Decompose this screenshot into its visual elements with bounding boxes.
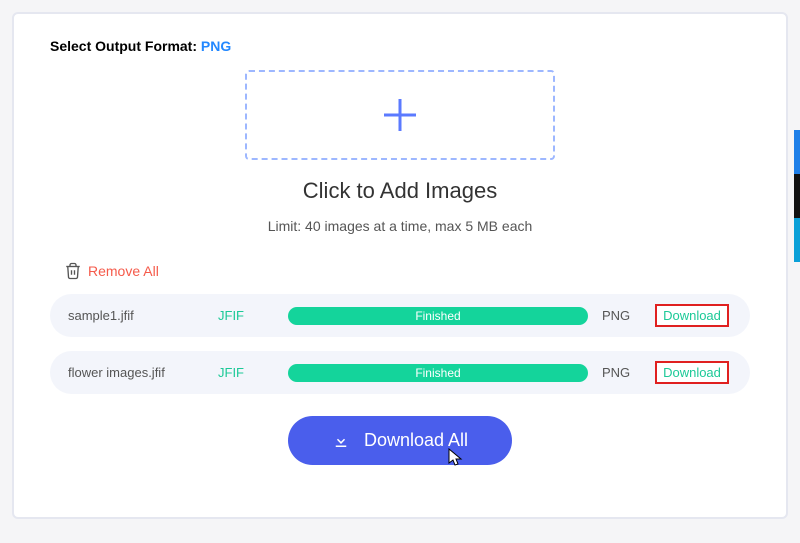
limit-label: Limit: 40 images at a time, max 5 MB eac… (50, 218, 750, 234)
download-all-label: Download All (364, 430, 468, 451)
file-row: sample1.jfif JFIF Finished PNG Download (50, 294, 750, 337)
trash-icon (64, 262, 82, 280)
progress-bar: Finished (288, 364, 588, 382)
file-target-format: PNG (602, 308, 652, 323)
side-tab[interactable] (794, 130, 800, 174)
progress-status: Finished (415, 309, 460, 323)
file-row: flower images.jfif JFIF Finished PNG Dow… (50, 351, 750, 394)
add-images-label: Click to Add Images (50, 178, 750, 204)
format-selector[interactable]: PNG (201, 38, 231, 54)
download-icon (332, 432, 350, 450)
download-all-button[interactable]: Download All (288, 416, 512, 465)
download-button[interactable]: Download (655, 304, 729, 327)
file-target-format: PNG (602, 365, 652, 380)
progress-bar: Finished (288, 307, 588, 325)
file-name: flower images.jfif (68, 365, 218, 380)
format-label: Select Output Format: (50, 38, 197, 54)
file-name: sample1.jfif (68, 308, 218, 323)
file-source-format: JFIF (218, 308, 278, 323)
download-button[interactable]: Download (655, 361, 729, 384)
file-source-format: JFIF (218, 365, 278, 380)
plus-icon (380, 95, 420, 135)
remove-all-button[interactable]: Remove All (64, 262, 159, 280)
side-tab[interactable] (794, 218, 800, 262)
side-tab[interactable] (794, 174, 800, 218)
format-header: Select Output Format: PNG (50, 38, 750, 54)
converter-panel: Select Output Format: PNG Click to Add I… (12, 12, 788, 519)
dropzone[interactable] (245, 70, 555, 160)
side-tabs (794, 130, 800, 262)
progress-status: Finished (415, 366, 460, 380)
remove-all-label: Remove All (88, 263, 159, 279)
